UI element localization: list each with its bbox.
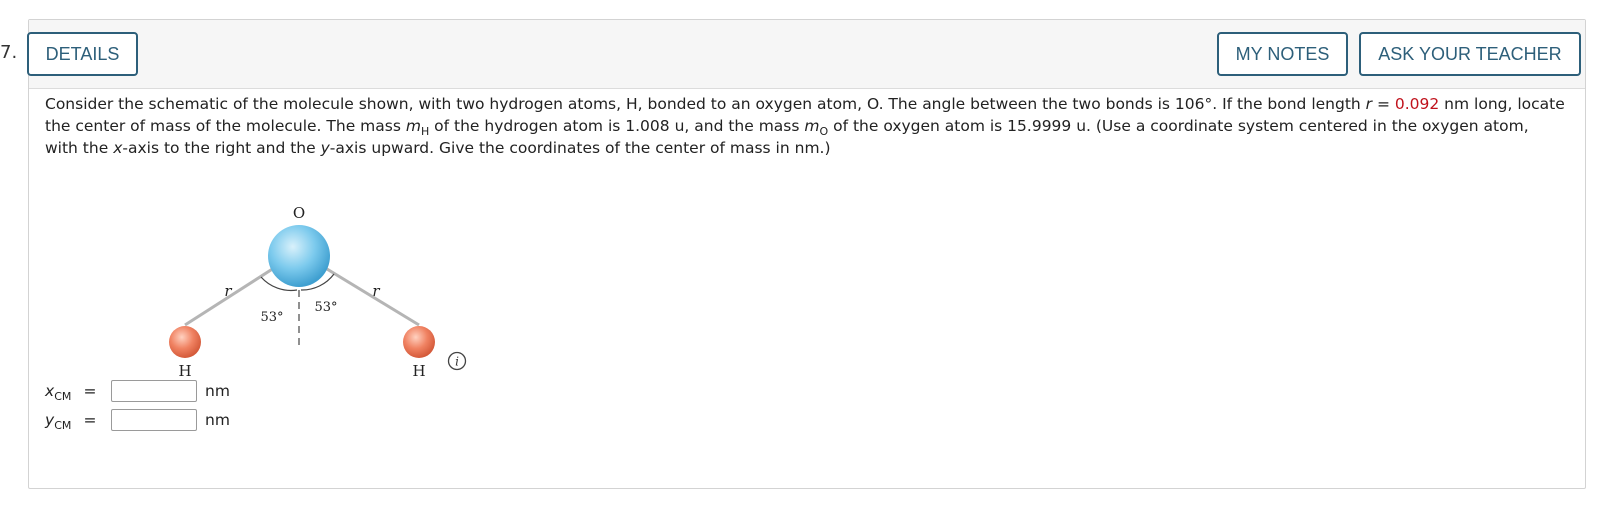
- info-icon-glyph: i: [455, 355, 459, 369]
- y-axis-symbol: y: [320, 139, 330, 157]
- equals-sign: =: [1372, 95, 1395, 113]
- question-number: 7.: [0, 42, 18, 63]
- x-cm-answer-row: xCM = nm: [45, 380, 230, 402]
- x-cm-symbol: x: [45, 382, 55, 400]
- angle-right-label: 53°: [314, 300, 337, 315]
- y-cm-subscript: CM: [54, 419, 72, 432]
- question-text-part: of the hydrogen atom is 1.008 u, and the…: [429, 117, 805, 135]
- question-text-part: -axis to the right and the: [122, 139, 321, 157]
- x-cm-unit: nm: [205, 382, 230, 400]
- mass-o-symbol: m: [804, 117, 820, 135]
- bond-right-label: r: [372, 282, 380, 300]
- y-cm-answer-row: yCM = nm: [45, 409, 230, 431]
- y-cm-symbol: y: [45, 411, 55, 429]
- bond-left-label: r: [224, 282, 232, 300]
- question-card: DETAILS MY NOTES ASK YOUR TEACHER Consid…: [27, 19, 1586, 489]
- mass-o-subscript: O: [819, 125, 829, 138]
- y-cm-label: yCM: [45, 411, 81, 432]
- oxygen-atom: [268, 225, 330, 287]
- x-cm-input[interactable]: [111, 380, 197, 402]
- hydrogen-right-label: H: [412, 362, 425, 380]
- y-cm-unit: nm: [205, 411, 230, 429]
- angle-left-label: 53°: [260, 310, 283, 325]
- x-cm-subscript: CM: [54, 390, 72, 403]
- my-notes-button[interactable]: MY NOTES: [1217, 32, 1348, 76]
- info-icon[interactable]: i: [447, 351, 467, 371]
- water-molecule-diagram: O r r 53° 53° H H: [169, 204, 435, 380]
- mass-h-symbol: m: [405, 117, 421, 135]
- hydrogen-atom-right: [403, 326, 435, 358]
- hydrogen-atom-left: [169, 326, 201, 358]
- bond-length-value: 0.092: [1394, 95, 1440, 113]
- y-cm-equals: =: [83, 411, 97, 429]
- x-axis-symbol: x: [113, 139, 123, 157]
- oxygen-label: O: [293, 204, 305, 222]
- x-cm-label: xCM: [45, 382, 81, 403]
- ask-your-teacher-button[interactable]: ASK YOUR TEACHER: [1359, 32, 1581, 76]
- y-cm-input[interactable]: [111, 409, 197, 431]
- details-button[interactable]: DETAILS: [27, 32, 138, 76]
- question-header: DETAILS MY NOTES ASK YOUR TEACHER: [27, 20, 1585, 89]
- question-text-part: Consider the schematic of the molecule s…: [45, 95, 1366, 113]
- hydrogen-left-label: H: [178, 362, 191, 380]
- question-text-part: -axis upward. Give the coordinates of th…: [329, 139, 831, 157]
- mass-h-subscript: H: [420, 125, 430, 138]
- question-text: Consider the schematic of the molecule s…: [45, 93, 1565, 159]
- x-cm-equals: =: [83, 382, 97, 400]
